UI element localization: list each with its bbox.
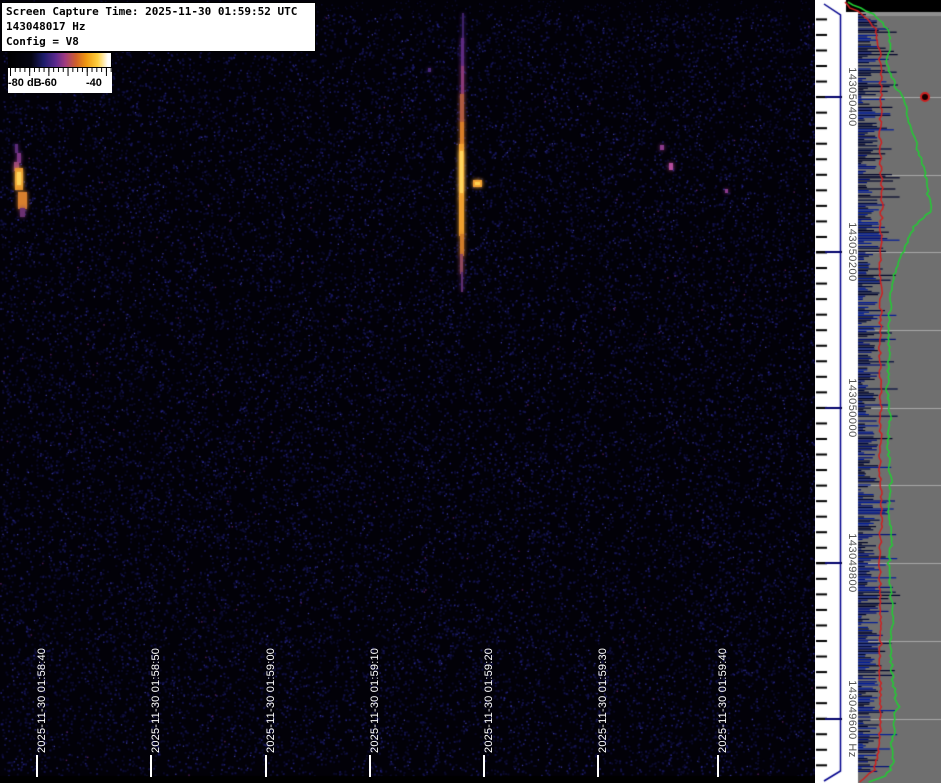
- time-axis-label: 2025-11-30 01:59:30: [597, 648, 609, 753]
- time-tick: [150, 755, 152, 777]
- time-axis-label: 2025-11-30 01:59:00: [265, 648, 277, 753]
- time-tick: [265, 755, 267, 777]
- scale-label-minus60: -60: [41, 77, 57, 89]
- time-tick: [597, 755, 599, 777]
- frequency-axis-label: 143050400: [846, 67, 858, 127]
- scale-label-minus40: -40: [86, 77, 102, 89]
- time-axis-label: 2025-11-30 01:59:40: [717, 648, 729, 753]
- color-scale-ticks: [8, 68, 112, 76]
- time-axis-label: 2025-11-30 01:59:10: [369, 648, 381, 753]
- center-frequency-text: 143048017 Hz: [6, 19, 313, 34]
- time-tick: [717, 755, 719, 777]
- time-tick: [36, 755, 38, 777]
- config-text: Config = V8: [6, 34, 313, 49]
- frequency-axis-label: 143049800: [846, 533, 858, 593]
- time-axis-label: 2025-11-30 01:58:50: [150, 648, 162, 753]
- scale-label-minus80: -80 dB: [8, 77, 42, 89]
- capture-time-text: Screen Capture Time: 2025-11-30 01:59:52…: [6, 4, 313, 19]
- spectrum-lab-screen-capture: { "header": { "line1": "Screen Capture T…: [0, 0, 941, 783]
- frequency-axis-label: 143050200: [846, 222, 858, 282]
- frequency-axis-label: 143050000: [846, 378, 858, 438]
- db-color-scale-legend: -80 dB -60 -40: [8, 52, 112, 93]
- color-scale-labels: -80 dB -60 -40: [8, 76, 112, 93]
- time-tick: [369, 755, 371, 777]
- waterfall-spectrogram-canvas: [0, 0, 815, 783]
- time-axis-label: 2025-11-30 01:59:20: [483, 648, 495, 753]
- time-tick: [483, 755, 485, 777]
- time-axis-label: 2025-11-30 01:58:40: [36, 648, 48, 753]
- capture-info-box: Screen Capture Time: 2025-11-30 01:59:52…: [1, 2, 316, 52]
- color-gradient-bar: [8, 52, 112, 68]
- frequency-axis-label: 143049600 Hz: [846, 680, 858, 758]
- spectrum-panel-canvas: [815, 0, 941, 783]
